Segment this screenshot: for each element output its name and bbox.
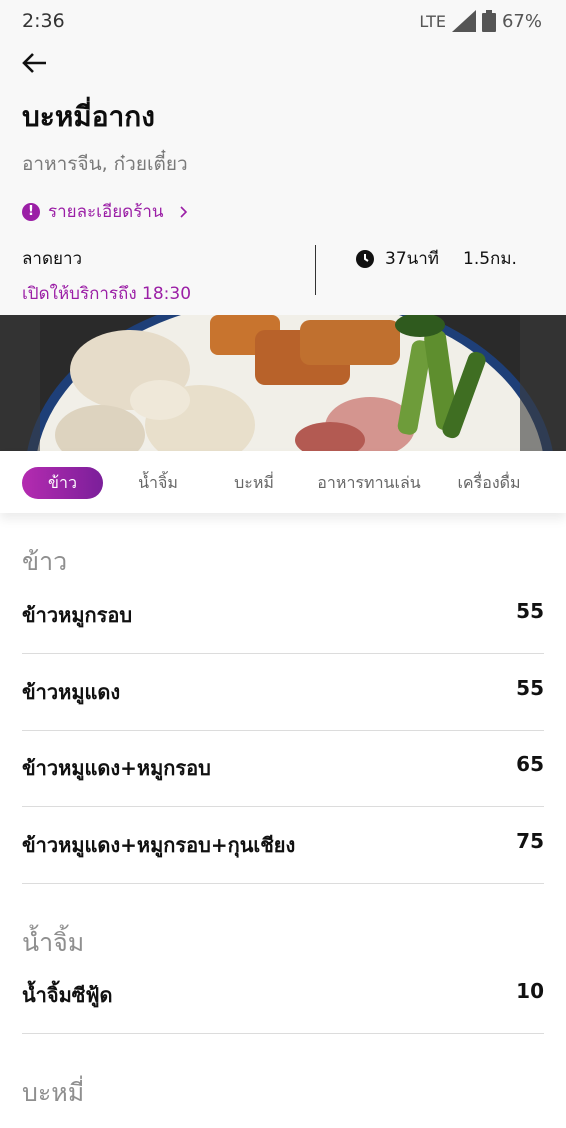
menu-item-name: น้ำจิ้มซีฟู้ด: [22, 983, 113, 1007]
menu-item-price: 55: [516, 599, 544, 623]
status-bar-right: LTE 67%: [419, 10, 542, 32]
battery-percent: 67%: [501, 10, 542, 32]
tab-noodles[interactable]: บะหมี่: [214, 467, 294, 499]
info-divider: [315, 245, 316, 295]
menu-item[interactable]: ข้าวหมูแดง+หมูกรอบ+กุนเชียง 75: [22, 807, 544, 884]
chevron-right-icon: [179, 205, 187, 218]
category-tabs: ข้าว น้ำจิ้ม บะหมี่ อาหารทานเล่น เครื่อง…: [0, 451, 566, 513]
store-location: ลาดยาว: [22, 249, 83, 269]
menu-item[interactable]: น้ำจิ้มซีฟู้ด 10: [22, 957, 544, 1034]
menu-item-name: ข้าวหมูกรอบ: [22, 603, 133, 627]
menu-item-price: 65: [516, 752, 544, 776]
clock-icon: [356, 249, 374, 268]
menu-item[interactable]: ข้าวหมูกรอบ 55: [22, 577, 544, 654]
menu-item-name: ข้าวหมูแดง+หมูกรอบ: [22, 756, 211, 780]
status-time: 2:36: [22, 10, 65, 32]
menu-item[interactable]: ข้าวหมูแดง 55: [22, 654, 544, 731]
tab-sauce[interactable]: น้ำจิ้ม: [118, 467, 198, 499]
food-banner-image: [0, 315, 566, 451]
store-details-label: รายละเอียดร้าน: [48, 202, 164, 222]
store-categories: อาหารจีน, ก๋วยเตี๋ยว: [22, 153, 188, 175]
tab-rice[interactable]: ข้าว: [22, 467, 103, 499]
back-arrow-icon[interactable]: [20, 48, 50, 78]
alert-icon: !: [22, 202, 40, 221]
signal-icon: [451, 10, 476, 32]
store-title: บะหมี่อากง: [22, 100, 155, 133]
tab-drinks[interactable]: เครื่องดื่ม: [446, 467, 532, 499]
store-details-link[interactable]: ! รายละเอียดร้าน: [22, 198, 194, 225]
tab-snacks[interactable]: อาหารทานเล่น: [310, 467, 428, 499]
section-title-rice: ข้าว: [22, 547, 68, 576]
menu-item-name: ข้าวหมูแดง: [22, 680, 121, 704]
delivery-info: 37นาที 1.5กม.: [355, 245, 517, 272]
menu-item-price: 10: [516, 979, 544, 1003]
store-header: 2:36 LTE 67% บะหมี่อากง อาหารจีน, ก๋วยเต…: [0, 0, 566, 315]
store-hours: เปิดให้บริการถึง 18:30: [22, 284, 192, 304]
delivery-time: 37นาที: [385, 249, 440, 269]
menu-item[interactable]: ข้าวหมูแดง+หมูกรอบ 65: [22, 730, 544, 807]
battery-icon: [481, 10, 496, 32]
network-label: LTE: [419, 11, 446, 31]
menu-item-name: ข้าวหมูแดง+หมูกรอบ+กุนเชียง: [22, 833, 296, 857]
menu-item-price: 75: [516, 829, 544, 853]
menu-item-price: 55: [516, 676, 544, 700]
delivery-distance: 1.5กม.: [463, 249, 517, 269]
section-title-noodles: บะหมี่: [22, 1078, 85, 1107]
